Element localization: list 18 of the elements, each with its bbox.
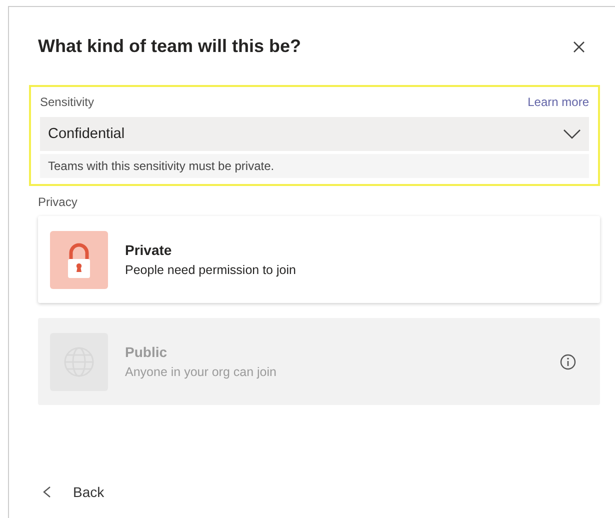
option-description: People need permission to join bbox=[125, 263, 297, 277]
option-title: Public bbox=[125, 344, 168, 360]
chevron-down-icon bbox=[563, 129, 581, 139]
globe-icon bbox=[50, 332, 108, 390]
close-button[interactable] bbox=[571, 38, 587, 54]
privacy-option-card[interactable]: Private People need permission to join bbox=[38, 216, 600, 303]
option-description: Anyone in your org can join bbox=[125, 365, 278, 379]
sensitivity-dropdown[interactable]: Confidential bbox=[40, 117, 589, 151]
sensitivity-note: Teams with this sensitivity must be private. bbox=[40, 154, 589, 178]
lock-icon bbox=[50, 230, 108, 288]
field-label: Privacy bbox=[38, 195, 78, 209]
option-title: Private bbox=[125, 242, 173, 258]
field-label: Sensitivity bbox=[40, 95, 94, 109]
back-button[interactable]: Back bbox=[38, 484, 104, 500]
learn-more-link[interactable]: Learn more bbox=[528, 95, 589, 109]
chevron-left-icon bbox=[43, 486, 51, 498]
close-icon bbox=[573, 40, 585, 52]
dialog-title: What kind of team will this be? bbox=[38, 36, 302, 57]
